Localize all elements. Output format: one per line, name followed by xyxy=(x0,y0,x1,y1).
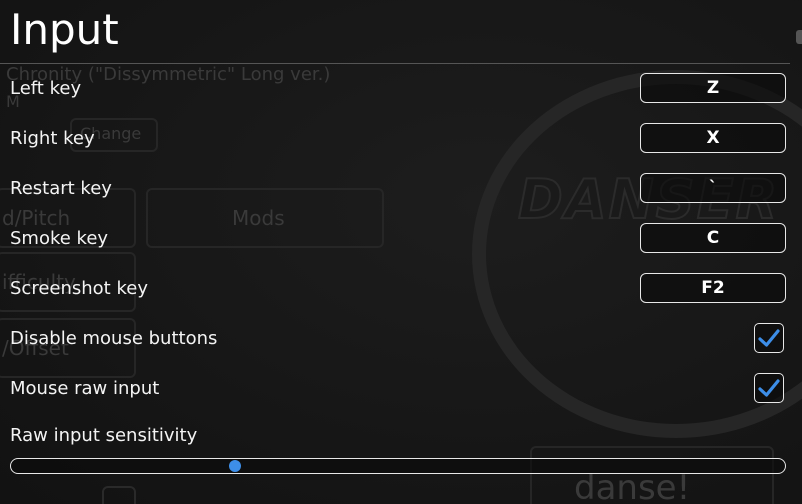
check-icon xyxy=(758,329,780,347)
raw-input-sensitivity-slider[interactable] xyxy=(10,458,786,474)
setting-right-key: Right key X xyxy=(10,121,786,155)
title-divider xyxy=(0,63,790,64)
settings-screen: DANSER Chronity ("Dissymmetric" Long ver… xyxy=(0,0,802,504)
setting-mouse-raw-input: Mouse raw input xyxy=(10,371,786,405)
screenshot-key-label: Screenshot key xyxy=(10,277,148,299)
setting-screenshot-key: Screenshot key F2 xyxy=(10,271,786,305)
mouse-raw-input-label: Mouse raw input xyxy=(10,377,160,399)
setting-disable-mouse-buttons: Disable mouse buttons xyxy=(10,321,786,355)
section-title: Input xyxy=(10,5,119,54)
mouse-raw-input-checkbox[interactable] xyxy=(754,373,784,403)
scrollbar-thumb[interactable] xyxy=(796,30,802,44)
setting-restart-key: Restart key ` xyxy=(10,171,786,205)
setting-left-key: Left key Z xyxy=(10,71,786,105)
disable-mouse-buttons-checkbox[interactable] xyxy=(754,323,784,353)
right-key-button[interactable]: X xyxy=(640,123,786,153)
slider-thumb[interactable] xyxy=(229,460,242,472)
dropdown-bg xyxy=(102,486,136,504)
restart-key-label: Restart key xyxy=(10,177,112,199)
smoke-key-label: Smoke key xyxy=(10,227,109,249)
left-key-label: Left key xyxy=(10,77,82,99)
smoke-key-button[interactable]: C xyxy=(640,223,786,253)
danse-button-bg xyxy=(530,446,774,504)
screenshot-key-button[interactable]: F2 xyxy=(640,273,786,303)
restart-key-button[interactable]: ` xyxy=(640,173,786,203)
left-key-button[interactable]: Z xyxy=(640,73,786,103)
setting-smoke-key: Smoke key C xyxy=(10,221,786,255)
disable-mouse-buttons-label: Disable mouse buttons xyxy=(10,327,218,349)
right-key-label: Right key xyxy=(10,127,95,149)
check-icon xyxy=(758,379,780,397)
raw-input-sensitivity-label: Raw input sensitivity xyxy=(10,425,198,446)
